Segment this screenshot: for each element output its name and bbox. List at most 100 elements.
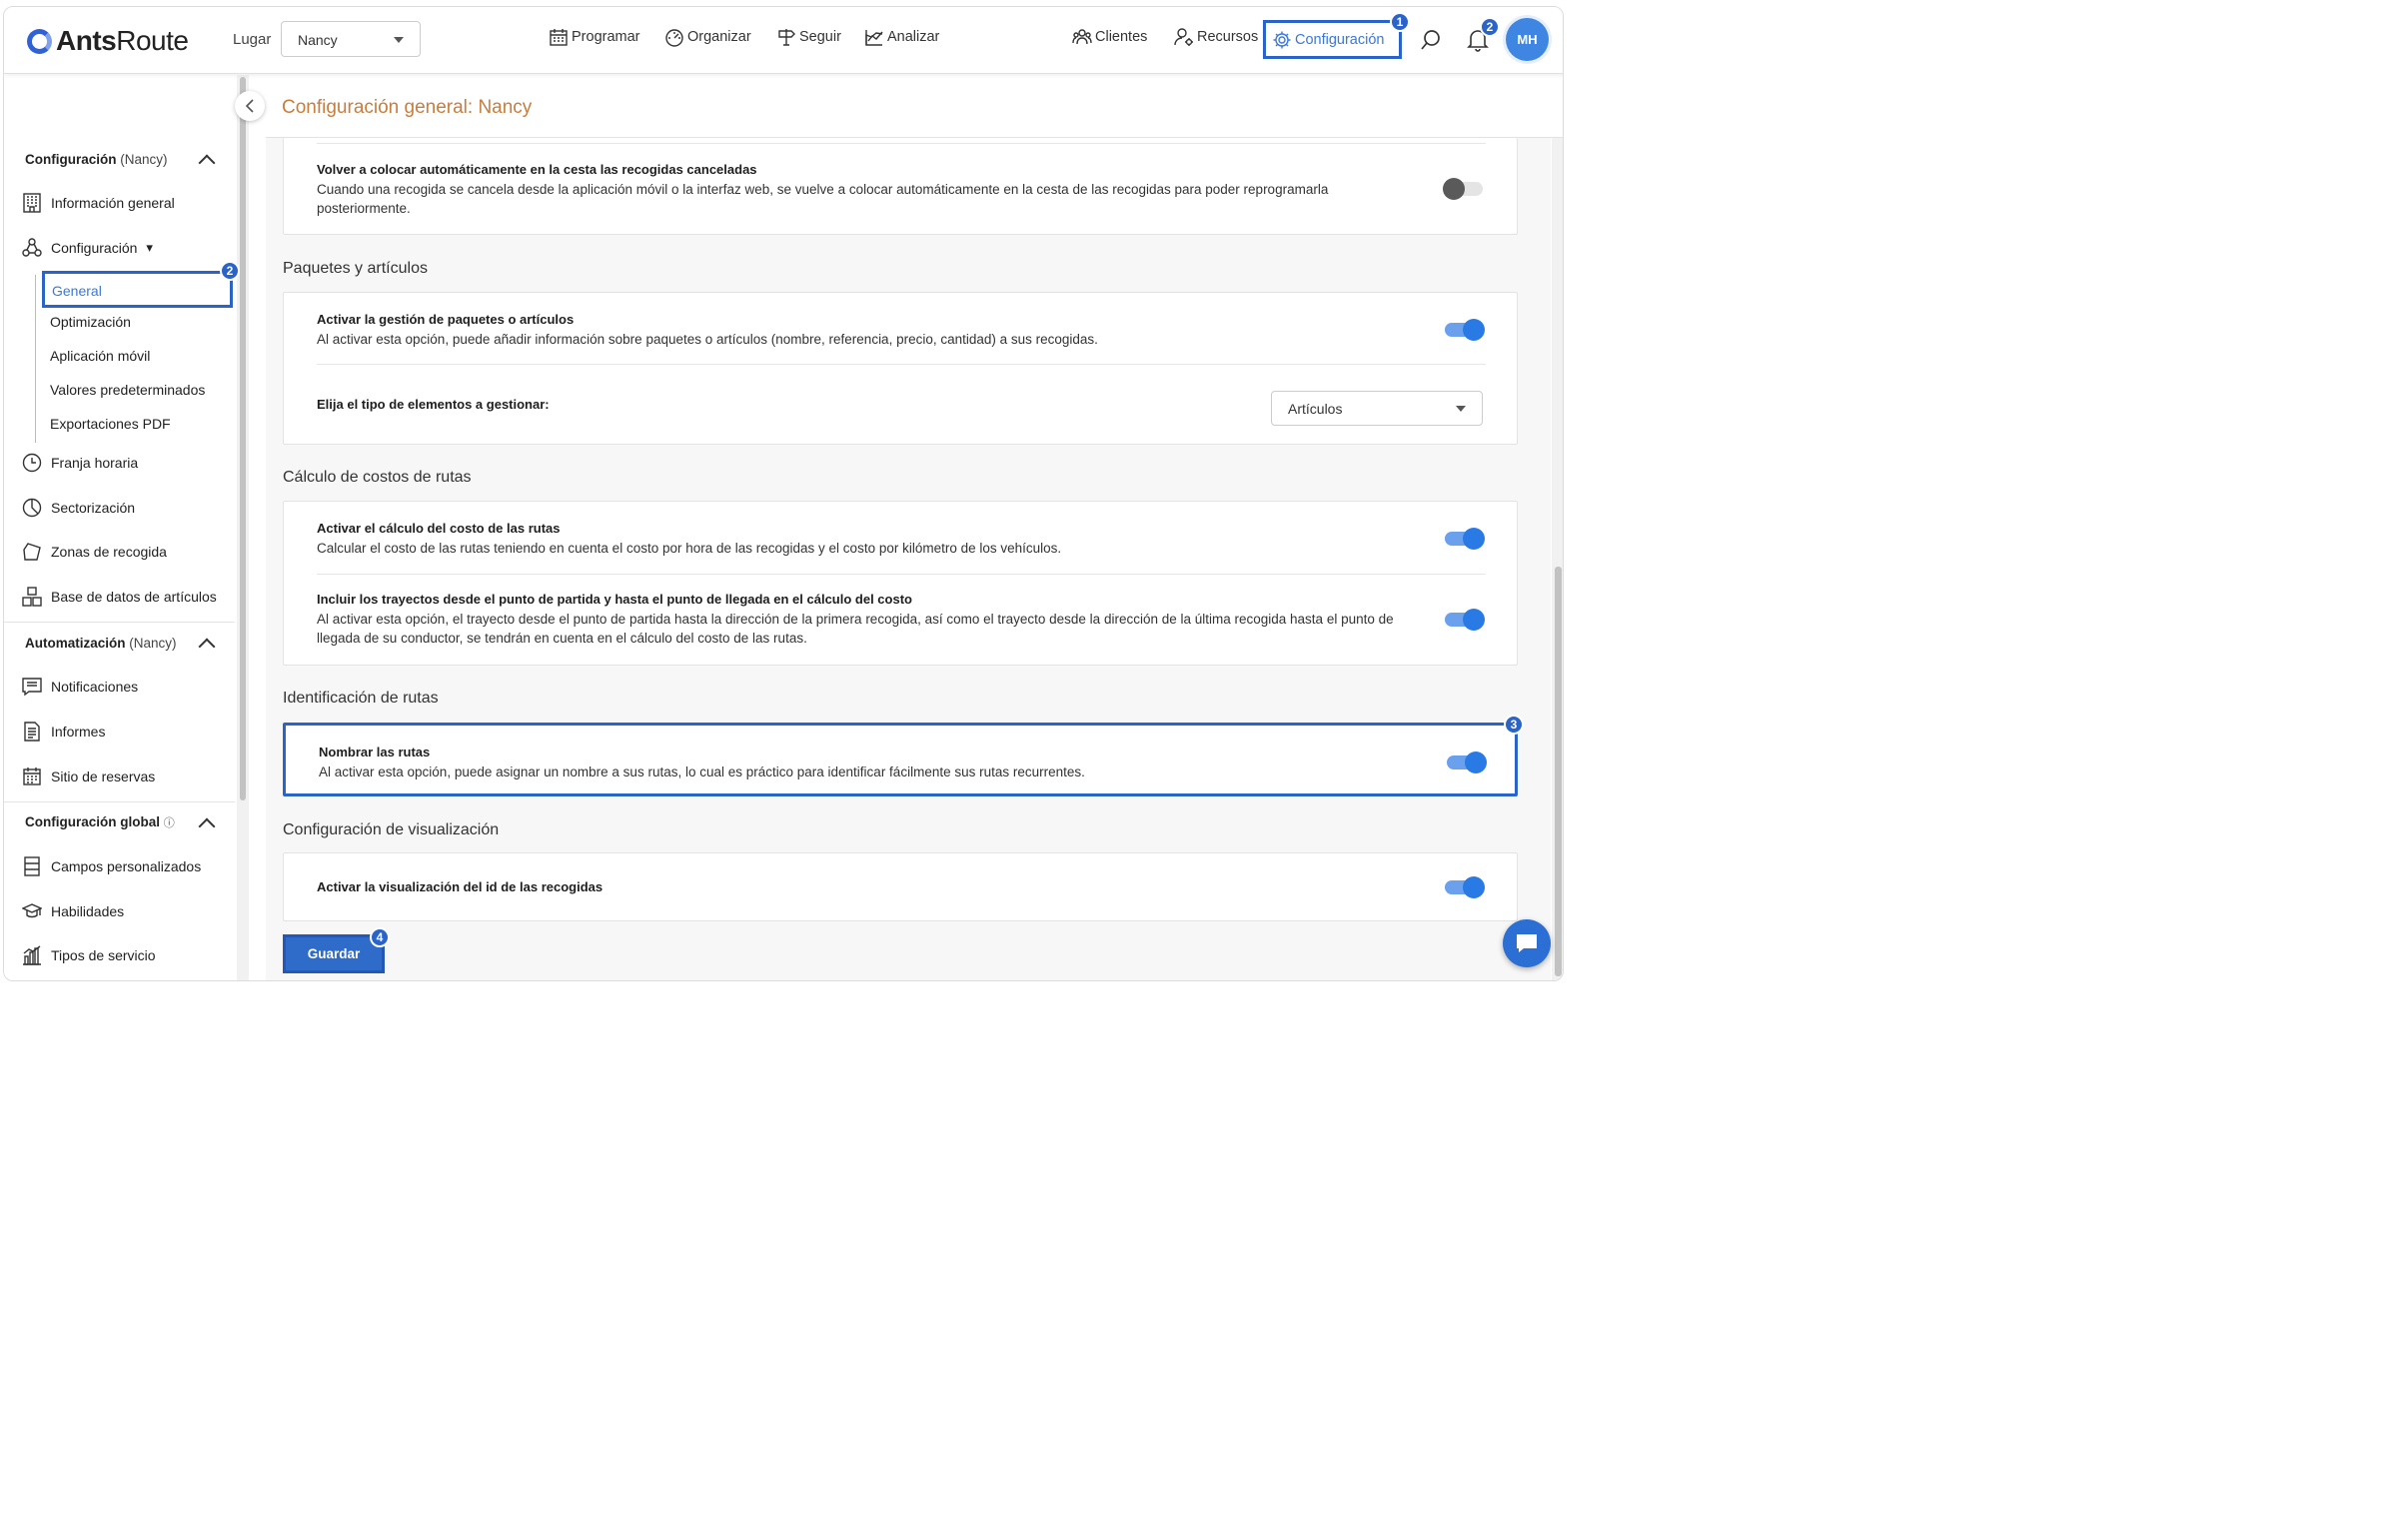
- settings-card-paquetes: Activar la gestión de paquetes o artícul…: [283, 292, 1518, 445]
- nav-programar[interactable]: Programar: [549, 27, 640, 47]
- sidebar-item-zonas[interactable]: Zonas de recogida: [22, 542, 167, 562]
- sidebar-subitem-optimizacion[interactable]: Optimización: [50, 314, 131, 330]
- nav-clientes-label: Clientes: [1095, 29, 1148, 45]
- nav-configuracion[interactable]: Configuración: [1263, 20, 1402, 59]
- sidebar-subitem-aplicacion-movil[interactable]: Aplicación móvil: [50, 348, 150, 364]
- signpost-icon: [778, 29, 795, 46]
- sidebar-item-campos[interactable]: Campos personalizados: [22, 856, 201, 876]
- sidebar-item-label: Notificaciones: [51, 679, 139, 695]
- sidebar-section-configuracion-global[interactable]: Configuración global ⓘ: [25, 814, 175, 830]
- toggle-knob: [1463, 319, 1485, 341]
- tipo-elementos-value: Artículos: [1288, 401, 1343, 417]
- setting-title: Incluir los trayectos desde el punto de …: [317, 592, 912, 607]
- sidebar-item-habilidades[interactable]: Habilidades: [22, 901, 124, 921]
- main-scrollbar-thumb[interactable]: [1555, 567, 1562, 976]
- form-icon: [24, 856, 40, 876]
- nav-configuracion-label: Configuración: [1295, 31, 1385, 48]
- section-title-costos: Cálculo de costos de rutas: [283, 469, 472, 486]
- sidebar-item-configuracion[interactable]: Configuración ▾: [22, 238, 153, 258]
- toggle-visualizacion-id[interactable]: [1445, 876, 1485, 898]
- toggle-nombrar-rutas[interactable]: [1447, 752, 1487, 773]
- toggle-cesta[interactable]: [1443, 178, 1483, 200]
- section-location: (Nancy): [129, 636, 177, 651]
- nav-analizar[interactable]: Analizar: [864, 27, 939, 47]
- logo-text-bold: Ants: [56, 25, 117, 56]
- building-icon: [23, 193, 41, 213]
- divider: [317, 364, 1486, 365]
- setting-label: Elija el tipo de elementos a gestionar:: [317, 397, 550, 412]
- setting-title: Activar la gestión de paquetes o artícul…: [317, 312, 575, 327]
- lugar-select[interactable]: Nancy: [281, 21, 421, 57]
- divider: [4, 622, 235, 623]
- setting-description: Al activar esta opción, el trayecto desd…: [317, 612, 1394, 646]
- divider: [317, 143, 1486, 144]
- divider: [4, 801, 235, 802]
- nav-recursos[interactable]: Recursos: [1174, 27, 1258, 47]
- antsroute-logo[interactable]: Ants Route: [27, 25, 189, 57]
- sidebar-section-automatizacion[interactable]: Automatización (Nancy): [25, 636, 177, 651]
- toggle-knob: [1465, 752, 1487, 773]
- polygon-icon: [23, 543, 41, 561]
- step-badge-1: 1: [1390, 12, 1410, 32]
- sidebar-section-configuracion[interactable]: Configuración (Nancy): [25, 152, 168, 167]
- sidebar-item-notificaciones[interactable]: Notificaciones: [22, 677, 138, 697]
- toggle-knob: [1463, 876, 1485, 898]
- speedometer-icon: [665, 29, 683, 47]
- nodes-icon: [22, 238, 42, 257]
- sidebar-item-label: Sitio de reservas: [51, 768, 156, 784]
- sidebar-subitem-exportaciones-pdf[interactable]: Exportaciones PDF: [50, 416, 171, 432]
- toggle-costo-rutas[interactable]: [1445, 528, 1485, 550]
- sidebar-item-sitio-reservas[interactable]: Sitio de reservas: [22, 766, 155, 786]
- setting-description: Al activar esta opción, puede asignar un…: [319, 764, 1085, 779]
- nav-programar-label: Programar: [572, 29, 640, 45]
- step-badge-3: 3: [1504, 715, 1524, 735]
- sidebar-item-sectorizacion[interactable]: Sectorización: [22, 498, 135, 518]
- tipo-elementos-select[interactable]: Artículos: [1271, 391, 1483, 426]
- sidebar-item-label: Tipos de servicio: [51, 947, 156, 963]
- top-header: Ants Route Lugar Nancy Programar Organiza…: [4, 7, 1563, 74]
- lugar-select-value: Nancy: [298, 32, 338, 48]
- toggle-paquetes[interactable]: [1445, 319, 1485, 341]
- sidebar-item-informes[interactable]: Informes: [22, 722, 105, 742]
- nav-analizar-label: Analizar: [887, 29, 940, 45]
- user-avatar[interactable]: MH: [1506, 18, 1549, 61]
- clock-icon: [22, 453, 42, 473]
- search-icon[interactable]: [1420, 29, 1442, 51]
- chart-icon: [865, 30, 883, 46]
- nav-recursos-label: Recursos: [1197, 29, 1259, 45]
- nav-organizar[interactable]: Organizar: [664, 27, 751, 47]
- sidebar-item-franja-horaria[interactable]: Franja horaria: [22, 453, 138, 473]
- nav-seguir[interactable]: Seguir: [776, 27, 841, 47]
- sidebar-subitem-valores[interactable]: Valores predeterminados: [50, 382, 205, 398]
- info-icon[interactable]: ⓘ: [164, 817, 175, 829]
- setting-description: Al activar esta opción, puede añadir inf…: [317, 332, 1098, 347]
- collapse-sidebar-button[interactable]: [235, 91, 265, 121]
- tree-line: [35, 275, 36, 443]
- toggle-knob: [1463, 609, 1485, 631]
- sidebar-item-label: Información general: [51, 195, 175, 211]
- chevron-down-icon: [394, 37, 404, 43]
- user-gear-icon: [1174, 28, 1193, 46]
- step-badge-2: 2: [220, 261, 240, 281]
- sidebar-item-label: Franja horaria: [51, 455, 139, 471]
- bar-chart-icon: [23, 945, 41, 965]
- sidebar-scrollbar-thumb[interactable]: [240, 77, 246, 800]
- nav-clientes[interactable]: Clientes: [1072, 27, 1147, 47]
- toggle-trayectos[interactable]: [1445, 609, 1485, 631]
- sidebar-item-informacion-general[interactable]: Información general: [22, 193, 175, 213]
- setting-title: Activar el cálculo del costo de las ruta…: [317, 521, 561, 536]
- chevron-down-icon: [1456, 406, 1466, 412]
- chat-button[interactable]: [1503, 919, 1551, 967]
- nav-seguir-label: Seguir: [799, 29, 841, 45]
- document-icon: [24, 722, 40, 742]
- sidebar-subitem-general[interactable]: General: [42, 271, 233, 308]
- sidebar-item-label: Informes: [51, 724, 106, 740]
- chat-bubble-icon: [1517, 934, 1537, 952]
- app-window: Ants Route Lugar Nancy Programar Organiza…: [3, 6, 1564, 981]
- settings-card-cesta: Volver a colocar automáticamente en la c…: [283, 138, 1518, 235]
- pie-icon: [22, 498, 42, 518]
- sidebar-item-base-datos[interactable]: Base de datos de artículos: [22, 587, 217, 607]
- gear-icon: [1273, 31, 1291, 48]
- setting-title: Volver a colocar automáticamente en la c…: [317, 162, 757, 177]
- sidebar-item-tipos-servicio[interactable]: Tipos de servicio: [22, 945, 156, 965]
